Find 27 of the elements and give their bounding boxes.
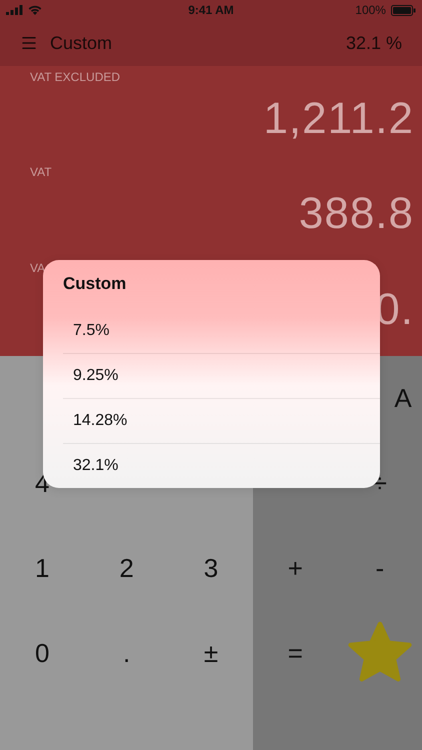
rate-option[interactable]: 7.5%: [63, 308, 380, 353]
display-label: VAT: [30, 165, 52, 180]
display-value: 388.8: [298, 189, 414, 240]
rate-option[interactable]: 14.28%: [63, 398, 380, 443]
nav-title: Custom: [50, 32, 112, 54]
key[interactable]: =: [265, 624, 326, 684]
signal-icon: [6, 5, 23, 15]
key[interactable]: .: [96, 624, 157, 684]
rate-option[interactable]: 9.25%: [63, 353, 380, 398]
wifi-icon: [28, 5, 42, 15]
display-label: VA: [30, 260, 46, 275]
key[interactable]: 3: [180, 538, 241, 598]
key[interactable]: -: [350, 538, 410, 598]
battery-icon: [390, 4, 416, 16]
battery-percent: 100%: [355, 3, 386, 17]
key[interactable]: ±: [180, 624, 241, 684]
display-value: 1,211.2: [263, 94, 414, 144]
display-label: VAT EXCLUDED: [30, 70, 120, 84]
key[interactable]: 1: [12, 538, 72, 598]
vat-rate: 32.1 %: [346, 32, 402, 54]
key[interactable]: A: [392, 368, 414, 428]
status-time: 9:41 AM: [188, 3, 234, 17]
popup-title: Custom: [63, 274, 128, 294]
key[interactable]: 2: [96, 538, 157, 598]
key[interactable]: 0: [12, 624, 72, 684]
key[interactable]: +: [265, 538, 326, 598]
menu-button[interactable]: [20, 34, 38, 52]
